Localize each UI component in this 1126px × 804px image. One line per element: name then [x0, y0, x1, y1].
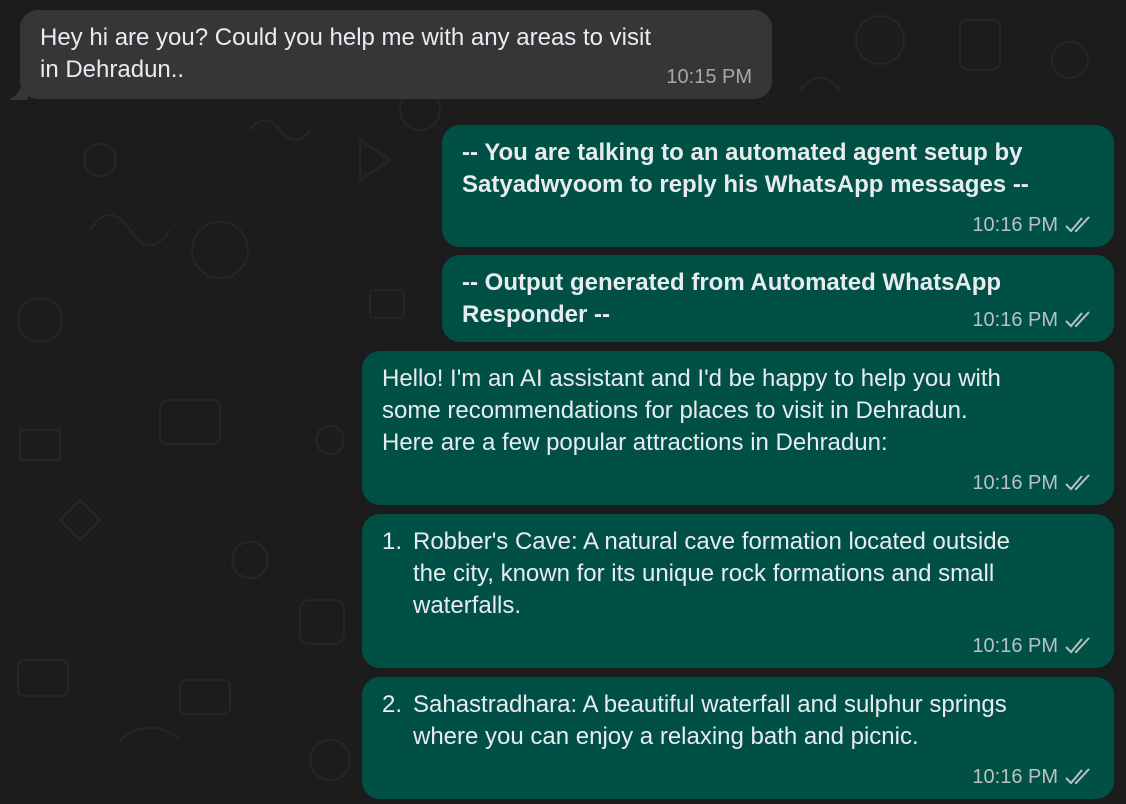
message-text: Hello! I'm an AI assistant and I'd be ha… [382, 365, 1001, 456]
message-text: -- You are talking to an automated agent… [462, 139, 1029, 198]
outgoing-message[interactable]: 1. Robber's Cave: A natural cave formati… [362, 514, 1114, 668]
outgoing-message[interactable]: -- You are talking to an automated agent… [442, 125, 1114, 247]
outgoing-message[interactable]: -- Output generated from Automated Whats… [442, 255, 1114, 342]
read-receipt-icon [1064, 310, 1094, 330]
read-receipt-icon [1064, 636, 1094, 656]
read-receipt-icon [1064, 767, 1094, 787]
list-number: 1. [382, 528, 403, 555]
message-meta: 10:16 PM [972, 308, 1094, 332]
message-time: 10:15 PM [666, 66, 752, 88]
message-meta: 10:16 PM [972, 634, 1094, 658]
outgoing-message[interactable]: Hello! I'm an AI assistant and I'd be ha… [362, 351, 1114, 505]
read-receipt-icon [1064, 473, 1094, 493]
message-time: 10:16 PM [972, 309, 1058, 331]
message-text: Hey hi are you? Could you help me with a… [40, 24, 651, 83]
list-number: 2. [382, 691, 403, 718]
message-meta: 10:16 PM [972, 213, 1094, 237]
numbered-list-item: 1. Robber's Cave: A natural cave formati… [382, 526, 1094, 622]
message-meta: 10:15 PM [666, 65, 752, 89]
incoming-message[interactable]: Hey hi are you? Could you help me with a… [20, 10, 772, 99]
message-time: 10:16 PM [972, 635, 1058, 657]
message-meta: 10:16 PM [972, 765, 1094, 789]
read-receipt-icon [1064, 215, 1094, 235]
message-time: 10:16 PM [972, 766, 1058, 788]
message-time: 10:16 PM [972, 214, 1058, 236]
message-text: Robber's Cave: A natural cave formation … [413, 528, 1010, 619]
bubble-tail [8, 80, 28, 100]
message-text: Sahastradhara: A beautiful waterfall and… [413, 691, 1007, 750]
outgoing-message[interactable]: 2. Sahastradhara: A beautiful waterfall … [362, 677, 1114, 799]
message-time: 10:16 PM [972, 472, 1058, 494]
message-meta: 10:16 PM [972, 471, 1094, 495]
numbered-list-item: 2. Sahastradhara: A beautiful waterfall … [382, 689, 1094, 753]
